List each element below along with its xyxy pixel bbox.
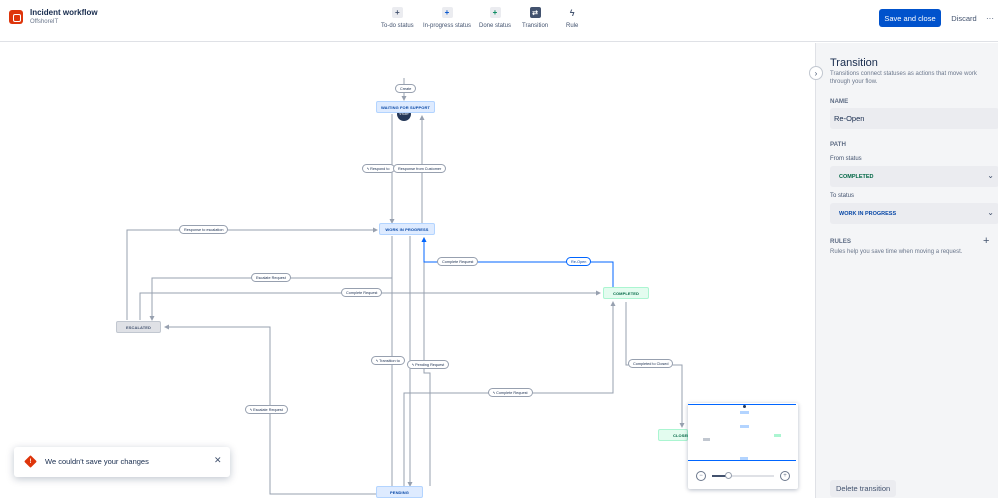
transition-respond[interactable]: ϟ Respond to [362, 164, 395, 173]
transition-response-escalation[interactable]: Response to escalation [179, 225, 229, 234]
zoom-slider[interactable] [712, 472, 774, 479]
plus-icon: + [391, 7, 403, 18]
transition-name-field[interactable]: Re-Open [830, 108, 998, 129]
top-bar: Incident workflow OffshoreIT + To-do sta… [0, 0, 998, 42]
project-name: OffshoreIT [30, 19, 59, 25]
more-options-icon[interactable]: ··· [984, 9, 996, 27]
rules-description: Rules help you save time when moving a r… [830, 249, 963, 255]
minimap-viewport[interactable] [688, 404, 796, 461]
status-pending[interactable]: PENDING [376, 486, 423, 498]
add-rule-icon[interactable]: + [983, 235, 989, 247]
workflow-title: Incident workflow [30, 8, 98, 17]
panel-description: Transitions connect statuses as actions … [830, 71, 977, 85]
chevron-down-icon: ⌄ [987, 208, 994, 217]
add-rule-button[interactable]: ϟ Rule [566, 7, 578, 30]
status-waiting-for-support[interactable]: WAITING FOR SUPPORT [376, 101, 435, 113]
status-completed[interactable]: COMPLETED [603, 287, 649, 299]
panel-title: Transition [830, 57, 878, 69]
to-status-value: WORK IN PROGRESS [839, 210, 897, 217]
add-todo-status-button[interactable]: + To-do status [381, 7, 414, 29]
status-escalated[interactable]: ESCALATED [116, 321, 161, 333]
add-done-status-button[interactable]: + Done status [479, 7, 511, 29]
add-transition-button[interactable]: ⇄ Transition [522, 7, 548, 29]
zoom-out-icon[interactable]: − [696, 471, 706, 481]
transition-response-customer[interactable]: Response from Customer [393, 164, 447, 173]
transition-create[interactable]: Create [395, 84, 417, 93]
zoom-slider-thumb[interactable] [724, 472, 732, 479]
transition-escalate-request-2[interactable]: ϟ Escalate Request [245, 405, 288, 414]
transition-reopen[interactable]: Re-Open [566, 257, 592, 266]
path-label: PATH [830, 141, 846, 148]
delete-transition-button[interactable]: Delete transition [830, 480, 897, 497]
save-and-close-button[interactable]: Save and close [879, 9, 941, 27]
transition-complete-request-3[interactable]: ϟ Complete Request [488, 388, 533, 397]
workflow-app-icon [9, 10, 23, 24]
toast-message: We couldn't save your changes [45, 457, 149, 466]
chevron-right-icon[interactable]: › [809, 66, 823, 80]
name-label: NAME [830, 98, 849, 105]
add-in-progress-status-button[interactable]: + In-progress status [423, 7, 471, 29]
zoom-in-icon[interactable]: + [780, 471, 790, 481]
chevron-down-icon: ⌄ [987, 171, 994, 180]
to-status-label: To status [830, 193, 855, 199]
plus-icon: + [489, 7, 501, 18]
from-status-value: COMPLETED [839, 173, 874, 180]
status-closed[interactable]: CLOSED [658, 429, 690, 441]
error-toast: ! We couldn't save your changes ✕ [14, 447, 230, 477]
transition-transition-to[interactable]: ϟ Transition to [371, 356, 405, 365]
transition-details-panel: › Transition Transitions connect statuse… [809, 43, 998, 498]
rules-label: RULES [830, 238, 851, 245]
zoom-controls: − + [696, 469, 790, 483]
status-work-in-progress[interactable]: WORK IN PROGRESS [379, 223, 435, 235]
from-status-select[interactable]: COMPLETED ⌄ [830, 166, 998, 187]
connector-complete-1 [139, 290, 601, 320]
transition-escalate-request[interactable]: Escalate Request [251, 273, 291, 282]
transition-completed-to-closed[interactable]: Completed to Closed [628, 359, 674, 368]
discard-button[interactable]: Discard [948, 9, 980, 27]
error-icon: ! [24, 455, 37, 468]
workflow-canvas[interactable]: START WAITING FOR SUPPORT WORK IN PROGRE… [0, 43, 815, 498]
transition-complete-request-2[interactable]: Complete Request [437, 257, 479, 266]
lightning-icon: ϟ [569, 7, 575, 18]
plus-icon: + [441, 7, 453, 18]
transition-pending-request[interactable]: ϟ Pending Request [407, 360, 450, 369]
minimap[interactable]: − + [688, 403, 798, 489]
transition-complete-request-1[interactable]: Complete Request [341, 288, 383, 297]
to-status-select[interactable]: WORK IN PROGRESS ⌄ [830, 203, 998, 224]
close-icon[interactable]: ✕ [214, 455, 222, 466]
transition-icon: ⇄ [529, 7, 541, 18]
from-status-label: From status [830, 156, 862, 162]
